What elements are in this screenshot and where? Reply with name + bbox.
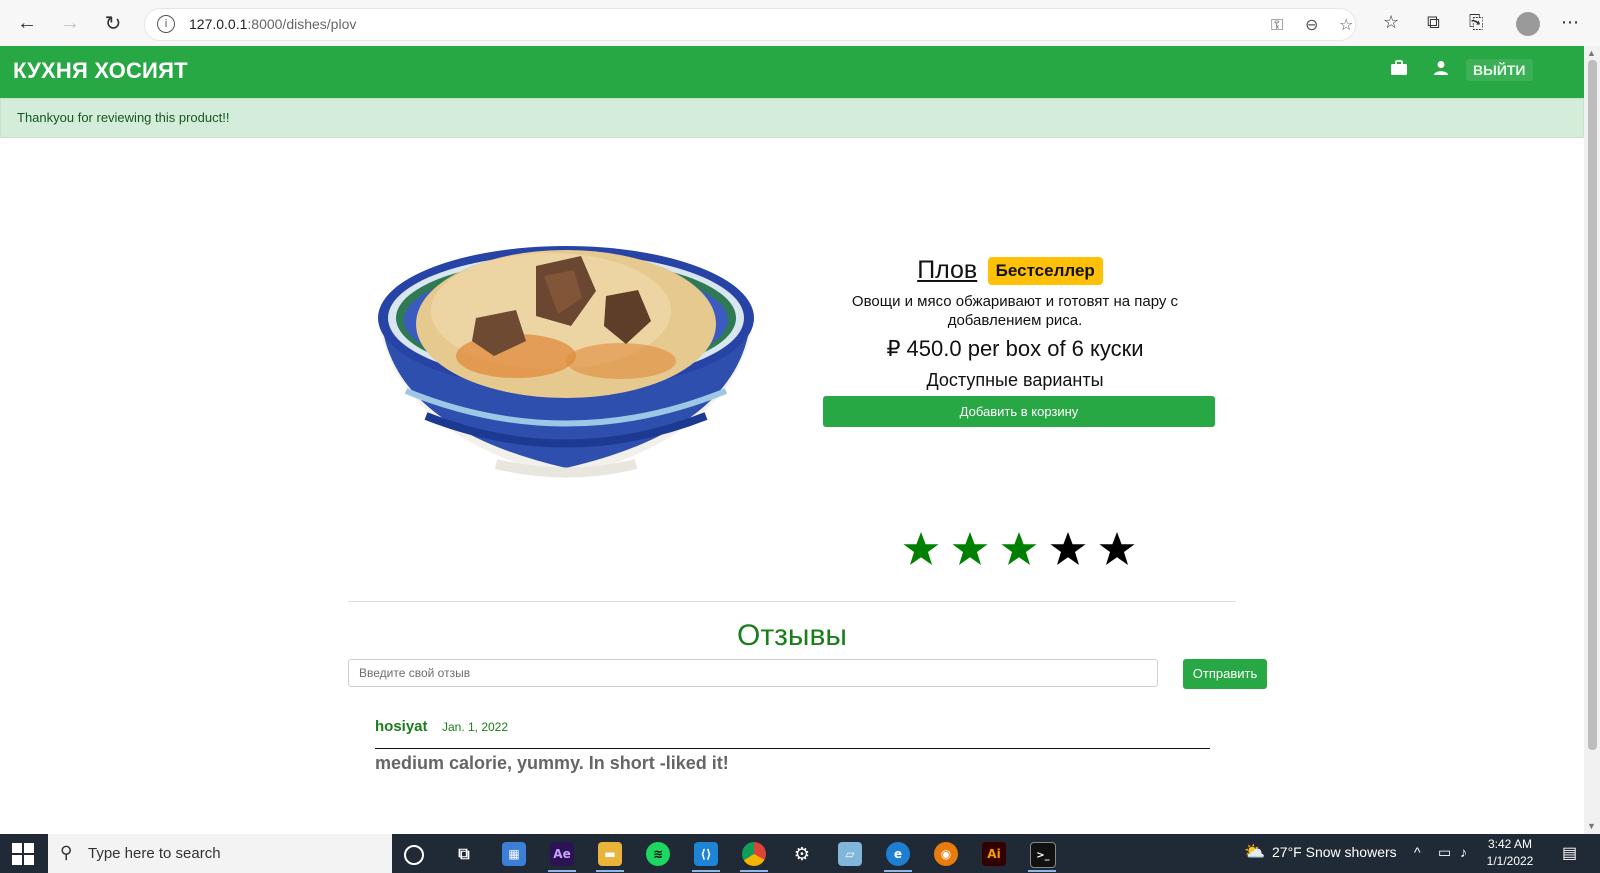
running-indicator xyxy=(692,870,720,872)
edge-icon[interactable]: e xyxy=(886,842,910,866)
browser-toolbar: ← → ↻ i 127.0.0.1:8000/dishes/plov ⚿ ⊖ ☆… xyxy=(0,0,1600,47)
address-bar[interactable]: i 127.0.0.1:8000/dishes/plov ⚿ ⊖ ☆ xyxy=(144,8,1356,41)
review-divider xyxy=(375,748,1210,749)
taskbar-search-placeholder: Type here to search xyxy=(88,845,221,862)
windows-start-icon[interactable] xyxy=(12,843,34,865)
illustrator-icon[interactable]: Ai xyxy=(982,842,1006,866)
page-viewport: КУХНЯ ХОСИЯТ ВЫЙТИ Thankyou for reviewin… xyxy=(0,46,1584,834)
site-info-icon[interactable]: i xyxy=(157,15,175,33)
taskbar-search[interactable]: ⚲ Type here to search xyxy=(48,834,392,873)
scroll-down-arrow[interactable]: ▼ xyxy=(1587,821,1596,831)
windows-taskbar: ⚲ Type here to search ⧉ ▦ Ae ▬ ≋ ⟨⟩ ⚙ ▱ … xyxy=(0,834,1600,873)
battery-icon[interactable]: ▭ xyxy=(1438,844,1451,861)
user-icon[interactable] xyxy=(1433,60,1449,81)
blender-icon[interactable]: ◉ xyxy=(934,842,958,866)
volume-icon[interactable]: ♪ xyxy=(1460,844,1467,860)
running-indicator xyxy=(596,870,624,872)
chrome-icon[interactable] xyxy=(742,842,766,866)
notes-app-icon[interactable]: ▱ xyxy=(838,842,862,866)
running-indicator xyxy=(740,870,768,872)
product-title[interactable]: Плов xyxy=(917,256,977,284)
scroll-up-arrow[interactable]: ▲ xyxy=(1587,48,1596,58)
spotify-icon[interactable]: ≋ xyxy=(646,842,670,866)
store-icon[interactable]: ▦ xyxy=(502,842,526,866)
running-indicator xyxy=(884,870,912,872)
vscode-icon[interactable]: ⟨⟩ xyxy=(694,842,718,866)
weather-icon[interactable]: ⛅ xyxy=(1244,842,1265,862)
star-filled-icon[interactable] xyxy=(902,531,940,569)
success-alert: Thankyou for reviewing this product!! xyxy=(0,98,1584,138)
collections-icon[interactable]: ⧉ xyxy=(1427,12,1440,33)
cortana-icon[interactable] xyxy=(404,845,424,865)
star-filled-icon[interactable] xyxy=(951,531,989,569)
url-text[interactable]: 127.0.0.1:8000/dishes/plov xyxy=(189,16,356,32)
reviews-heading: Отзывы xyxy=(737,619,847,652)
terminal-icon[interactable]: >_ xyxy=(1030,842,1056,868)
share-icon[interactable]: ⎘ xyxy=(1469,12,1483,33)
profile-avatar[interactable] xyxy=(1516,12,1540,36)
scroll-thumb[interactable] xyxy=(1588,60,1597,750)
running-indicator xyxy=(1028,870,1056,872)
task-view-icon[interactable]: ⧉ xyxy=(452,842,476,866)
star-empty-icon[interactable] xyxy=(1049,531,1087,569)
file-explorer-icon[interactable]: ▬ xyxy=(598,842,622,866)
settings-icon[interactable]: ⚙ xyxy=(790,842,814,866)
site-navbar: КУХНЯ ХОСИЯТ ВЫЙТИ xyxy=(0,46,1584,98)
zoom-out-icon[interactable]: ⊖ xyxy=(1305,15,1318,34)
after-effects-icon[interactable]: Ae xyxy=(550,842,574,866)
cart-icon[interactable] xyxy=(1390,60,1408,81)
product-price: ₽ 450.0 per box of 6 куски xyxy=(886,336,1144,361)
site-brand[interactable]: КУХНЯ ХОСИЯТ xyxy=(13,58,188,84)
star-empty-icon[interactable] xyxy=(1098,531,1136,569)
alert-message: Thankyou for reviewing this product!! xyxy=(17,110,230,125)
add-to-cart-button[interactable]: Добавить в корзину xyxy=(823,396,1215,427)
clock-date: 1/1/2022 xyxy=(1486,854,1534,868)
back-icon[interactable]: ← xyxy=(13,9,41,37)
submit-review-button[interactable]: Отправить xyxy=(1183,659,1267,689)
variants-heading: Доступные варианты xyxy=(926,370,1104,390)
notifications-icon[interactable]: ▤ xyxy=(1562,843,1577,863)
logout-button[interactable]: ВЫЙТИ xyxy=(1466,59,1533,81)
weather-text[interactable]: 27°F Snow showers xyxy=(1272,844,1397,860)
clock-time: 3:42 AM xyxy=(1487,837,1533,851)
running-indicator xyxy=(548,870,576,872)
tray-chevron-icon[interactable]: ^ xyxy=(1414,844,1421,860)
forward-icon[interactable]: → xyxy=(56,9,84,37)
search-icon: ⚲ xyxy=(60,843,73,863)
bestseller-badge: Бестселлер xyxy=(987,256,1103,285)
review-input[interactable] xyxy=(348,659,1158,687)
product-description: Овощи и мясо обжаривают и готовят на пар… xyxy=(851,293,1179,329)
product-image xyxy=(378,246,754,478)
key-icon[interactable]: ⚿ xyxy=(1271,15,1283,35)
more-menu-icon[interactable]: ⋯ xyxy=(1561,12,1579,33)
star-filled-icon[interactable] xyxy=(1000,531,1038,569)
page-scrollbar[interactable]: ▲ ▼ xyxy=(1584,46,1600,834)
add-favorite-icon[interactable]: ☆ xyxy=(1339,15,1353,34)
review-author: hosiyat xyxy=(375,718,428,735)
review-date: Jan. 1, 2022 xyxy=(441,720,509,734)
review-item: hosiyat Jan. 1, 2022 medium calorie, yum… xyxy=(375,718,1210,774)
refresh-icon[interactable]: ↻ xyxy=(99,9,127,37)
favorites-icon[interactable]: ☆ xyxy=(1383,12,1399,33)
section-divider xyxy=(348,601,1236,602)
review-text: medium calorie, yummy. In short -liked i… xyxy=(375,753,729,773)
product-title-row: Плов Бестселлер xyxy=(820,256,1200,285)
system-clock[interactable]: 3:42 AM 1/1/2022 xyxy=(1478,836,1542,870)
